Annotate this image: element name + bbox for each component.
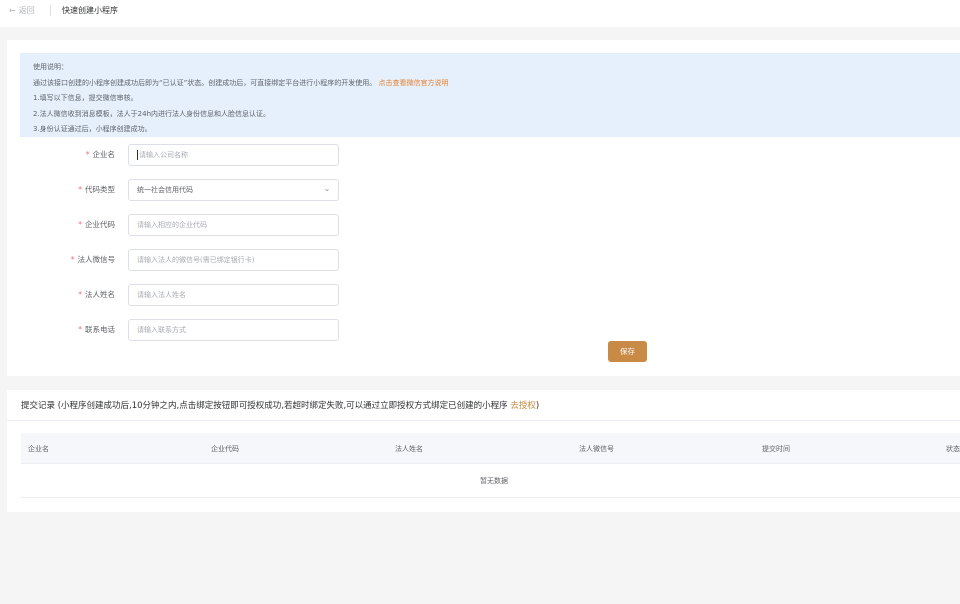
chevron-down-icon: ⌄ [323,184,331,193]
divider [50,5,51,16]
contact-phone-row: * 联系电话 请输入联系方式 [7,319,960,341]
records-title: 提交记录 (小程序创建成功后,10分钟之内,点击绑定按钮即可授权成功,若超时绑定… [21,401,540,411]
code-type-label: * 代码类型 [78,185,115,194]
create-form-card: 使用说明： 通过该接口创建的小程序创建成功后即为“已认证”状态。创建成功后，可直… [7,40,960,376]
table-header: 企业名 企业代码 法人姓名 法人微信号 提交时间 状态 [21,433,960,464]
notice-line1: 通过该接口创建的小程序创建成功后即为“已认证”状态。创建成功后，可直接绑定平台进… [33,78,449,87]
legal-name-label: * 法人姓名 [78,290,115,299]
legal-wechat-input[interactable]: 请输入法人的微信号(需已绑定银行卡) [128,249,339,271]
notice-step2: 2.法人微信收到消息模板，法人于24h内进行法人身份信息和人脸信息认证。 [33,109,271,118]
back-label: 返回 [18,6,35,15]
company-name-label: * 企业名 [85,150,115,159]
save-button[interactable]: 保存 [608,341,647,362]
back-button[interactable]: ← 返回 [9,5,35,16]
legal-wechat-row: * 法人微信号 请输入法人的微信号(需已绑定银行卡) [7,249,960,271]
page-title: 快速创建小程序 [62,6,118,15]
company-name-input[interactable]: 请输入公司名称 [128,144,339,166]
column-header-company: 企业名 [28,445,49,453]
code-type-select[interactable]: 统一社会信用代码 ⌄ [128,179,339,201]
arrow-left-icon: ← [9,6,16,15]
code-type-row: * 代码类型 统一社会信用代码 ⌄ [7,179,960,201]
column-header-submit-time: 提交时间 [762,445,790,453]
company-name-row: * 企业名 请输入公司名称 [7,144,960,166]
official-docs-link[interactable]: 点击查看微信官方说明 [379,79,449,87]
company-code-row: * 企业代码 请输入相应的企业代码 [7,214,960,236]
legal-wechat-label: * 法人微信号 [70,255,115,264]
company-code-input[interactable]: 请输入相应的企业代码 [128,214,339,236]
records-card: 提交记录 (小程序创建成功后,10分钟之内,点击绑定按钮即可授权成功,若超时绑定… [7,390,960,512]
contact-phone-label: * 联系电话 [78,325,115,334]
divider [7,420,960,421]
notice-step3: 3.身份认证通过后，小程序创建成功。 [33,125,152,133]
column-header-status: 状态 [946,445,960,453]
legal-name-row: * 法人姓名 请输入法人姓名 [7,284,960,306]
table-empty-state: 暂无数据 [21,465,960,498]
usage-notice: 使用说明： 通过该接口创建的小程序创建成功后即为“已认证”状态。创建成功后，可直… [20,53,960,137]
notice-heading: 使用说明： [33,63,68,71]
column-header-legal-wechat: 法人微信号 [579,445,614,453]
column-header-company-code: 企业代码 [211,445,239,453]
authorize-link[interactable]: 去授权 [510,401,536,411]
company-code-label: * 企业代码 [78,220,115,229]
top-bar: ← 返回 快速创建小程序 [0,0,960,27]
legal-name-input[interactable]: 请输入法人姓名 [128,284,339,306]
contact-phone-input[interactable]: 请输入联系方式 [128,319,339,341]
column-header-legal-name: 法人姓名 [395,445,423,453]
notice-step1: 1.填写以下信息，提交微信审核。 [33,94,138,102]
